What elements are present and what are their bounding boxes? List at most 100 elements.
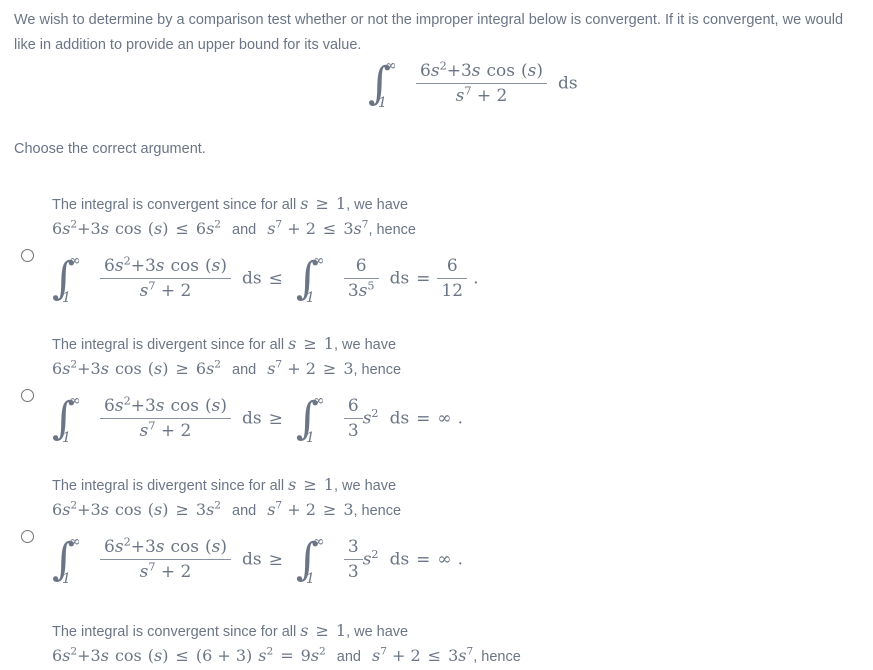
option-a-result-fraction: 6 12 [437,255,468,303]
option-a-line1-val: 1 [335,194,347,213]
option-b-relation: ≥ [268,408,283,429]
option-c-equals: = [416,549,431,570]
option-b-line1-pre: The integral is divergent since for all [52,337,289,353]
option-b-left-fraction: 6s2+3s cos (s) s7 + 2 [100,394,231,443]
option-c-line2: 6s2+3s cos (s) ≥3s2 and s7 + 2 ≥3, hence [52,499,402,519]
option-b-line1-rel: ≥ [303,334,317,353]
option-b-display-formula: ∫ ∞ 1 6s2+3s cos (s) s7 + 2 ds ≥ ∫ ∞ 1 6 3 s2 ds… [52,393,463,446]
integral-sign: ∫ ∞ 1 [368,58,410,110]
option-c-left-fraction: 6s2+3s cos (s) s7 + 2 [100,536,231,584]
option-b-and: and [232,362,257,378]
option-a-right-fraction: 6 3s5 [343,255,379,303]
option-d-line2: 6s2+3s cos (s) ≤ (6 + 3) s2 = 9s2 and s7 + 2 ≤3s7,… [52,645,521,665]
integral-upper-limit: ∞ [385,58,397,74]
question-stem-line1: We wish to determine by a comparison tes… [14,12,844,28]
option-b-line2: 6s2+3s cos (s) ≥6s2 and s7 + 2 ≥3, hence [52,358,402,378]
integral-upper-limit: ∞ [69,534,81,550]
option-c-right-num: 3 [347,536,359,557]
option-d-line1-val: 1 [335,621,347,640]
option-c-line1-pre: The integral is divergent since for all [52,478,289,494]
option-b-right-num: 6 [347,395,359,416]
main-integral-formula: ∫ ∞ 1 6s2+3s cos (s) s7 + 2 ds [368,58,578,110]
radio-unselected-icon-option-a[interactable] [21,249,34,262]
differential-ds: ds [558,73,578,94]
integral-sign: ∫ ∞ 1 [296,534,338,586]
option-c-right-den: 3 [343,559,363,583]
integral-upper-limit: ∞ [312,534,325,550]
option-c-right-fraction: 33 [343,536,363,584]
integral-lower-limit: 1 [62,571,71,587]
option-b-left-num: 6s2+3s cos (s) [104,394,227,416]
integral-lower-limit: 1 [305,430,315,446]
choose-prompt: Choose the correct argument. [14,141,206,157]
radio-unselected-icon-option-c[interactable] [21,530,34,543]
option-a-display-formula: ∫ ∞ 1 6s2+3s cos (s) s7 + 2 ds ≤ ∫ ∞ 1 6 3s5 ds… [52,253,478,305]
option-b-line1-post: , we have [333,337,397,353]
option-b-equals: = [416,408,431,429]
option-c-relation: ≥ [268,549,283,570]
integral-upper-limit: ∞ [312,253,325,269]
option-a-line1-pre: The integral is convergent since for all [52,197,301,213]
option-a-ds-left: ds [242,268,262,289]
option-a-line1-post: , we have [346,197,409,213]
option-a-line1-var: s [300,194,309,213]
option-a-left-fraction: 6s2+3s cos (s) s7 + 2 [100,255,231,303]
integral-lower-limit: 1 [305,571,315,587]
option-d-line1: The integral is convergent since for all… [52,620,408,643]
integrand-fraction: 6s2+3s cos (s) s7 + 2 [416,59,547,108]
question-stem-line2: like in addition to provide an upper bou… [14,37,362,53]
integral-upper-limit: ∞ [69,393,81,409]
integral-lower-limit: 1 [305,290,315,306]
option-b-hence: , hence [353,362,402,378]
option-a-relation: ≤ [268,268,283,289]
option-b-ds-left: ds [242,408,262,429]
option-b-line1-var: s [288,334,297,353]
option-a-line2: 6s2+3s cos (s) ≤6s2 and s7 + 2 ≤3s7, hence [52,218,417,238]
option-c-line1: The integral is divergent since for all … [52,474,396,497]
integral-sign: ∫ ∞ 1 [52,253,94,305]
option-d-hence: , hence [473,649,521,665]
option-d-and: and [336,649,361,665]
option-c-line1-var: s [288,475,297,494]
option-d-line1-var: s [300,621,309,640]
integrand-numerator: 6s2+3s cos (s) [420,59,543,81]
option-a-result-den: 12 [437,278,468,302]
option-c-line1-rel: ≥ [303,475,317,494]
option-a-period: . [473,268,479,289]
radio-unselected-icon-option-b[interactable] [21,389,34,402]
question-stem: We wish to determine by a comparison tes… [14,8,862,58]
option-a-line1: The integral is convergent since for all… [52,193,408,216]
integral-sign: ∫ ∞ 1 [52,534,94,586]
option-b-right-fraction: 63 [343,395,363,443]
option-c-display-formula: ∫ ∞ 1 6s2+3s cos (s) s7 + 2 ds ≥ ∫ ∞ 1 3 3 s2 ds… [52,534,463,587]
option-a-and: and [232,222,257,238]
option-b-left-den: s7 + 2 [100,418,231,442]
option-c-line1-val: 1 [323,475,334,494]
option-a-left-den: s7 + 2 [100,278,231,302]
option-c-ds-left: ds [242,549,262,570]
option-c-and: and [232,503,257,519]
integral-sign: ∫ ∞ 1 [52,393,94,445]
integral-lower-limit: 1 [62,430,71,446]
option-d-line1-post: , we have [346,624,409,640]
integral-lower-limit: 1 [378,95,387,111]
option-b-ds-right: ds [389,408,410,429]
option-b-line1: The integral is divergent since for all … [52,333,396,356]
option-a-line1-rel: ≥ [315,194,329,213]
option-d-line1-pre: The integral is convergent since for all [52,624,301,640]
option-b-right-den: 3 [343,418,363,442]
integral-sign: ∫ ∞ 1 [296,253,338,305]
integral-lower-limit: 1 [62,290,71,306]
integral-sign: ∫ ∞ 1 [296,393,338,445]
option-a-ds-right: ds [389,268,410,289]
option-a-result-num: 6 [446,255,458,276]
option-b-line1-val: 1 [323,334,334,353]
option-c-period: . [457,549,463,570]
option-a-right-num: 6 [355,255,367,276]
option-c-left-den: s7 + 2 [100,559,231,583]
integral-upper-limit: ∞ [69,253,81,269]
option-c-line1-post: , we have [333,478,397,494]
integrand-denominator: s7 + 2 [416,83,547,107]
option-c-hence: , hence [353,503,402,519]
option-d-line1-rel: ≥ [315,621,329,640]
